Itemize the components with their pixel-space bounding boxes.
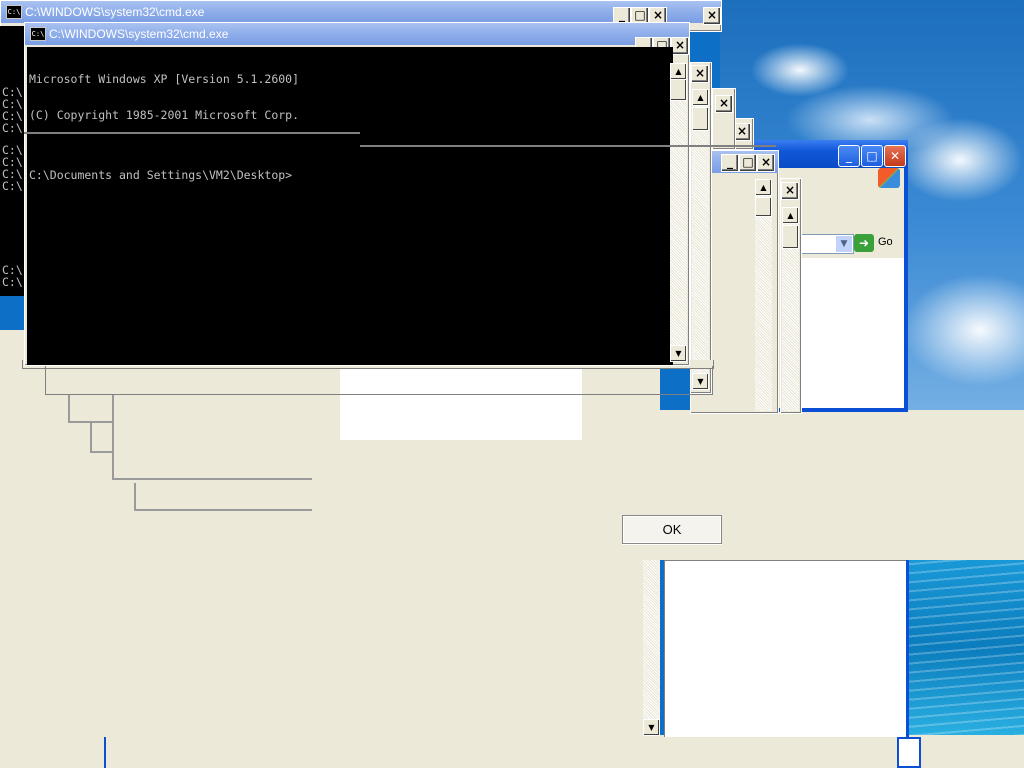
scroll-thumb[interactable]: [755, 197, 772, 217]
maximize-button[interactable]: □: [739, 154, 757, 172]
tree-line: [134, 509, 312, 511]
close-button[interactable]: ×: [781, 182, 799, 200]
redraw-artifact-line: [360, 145, 776, 147]
tree-line: [134, 483, 136, 511]
taskbar-divider: [104, 737, 106, 768]
console-line: Microsoft Windows XP [Version 5.1.2600]: [29, 72, 300, 86]
scrollbar[interactable]: ▼: [643, 560, 660, 736]
window-border: [906, 560, 909, 738]
console-strip: C:\ C:\ C:\ C:\ C:\ C:\ C:\ C:\ C:\ C:\: [0, 26, 24, 296]
close-button[interactable]: ✕: [884, 145, 906, 167]
console-prompt: C:\: [2, 121, 23, 135]
tree-line: [90, 423, 92, 453]
minimize-button[interactable]: _: [838, 145, 860, 167]
close-button[interactable]: ×: [691, 65, 709, 83]
chevron-down-icon[interactable]: ▼: [836, 236, 852, 252]
scroll-thumb[interactable]: [782, 225, 799, 249]
scrollbar[interactable]: ▲ ▼: [692, 89, 709, 390]
close-button[interactable]: ×: [757, 154, 775, 172]
console-prompt: C:\: [2, 179, 23, 193]
taskbar: [0, 737, 1024, 768]
content-panel: [664, 560, 908, 738]
minimize-button[interactable]: _: [721, 154, 739, 172]
close-button[interactable]: ×: [671, 37, 689, 55]
cmd-icon: C:\: [30, 27, 46, 41]
redraw-artifact-line: [24, 132, 360, 134]
window-title: C:\WINDOWS\system32\cmd.exe: [49, 27, 229, 41]
windows-logo-icon: [878, 168, 900, 188]
maximize-button[interactable]: □: [861, 145, 883, 167]
scrollbar[interactable]: ▲: [755, 179, 772, 411]
tree-line: [90, 451, 114, 453]
scrollbar[interactable]: ▲ ▼: [670, 63, 687, 362]
console-output[interactable]: Microsoft Windows XP [Version 5.1.2600] …: [27, 47, 673, 365]
ghost-window: × ▲ ▼: [690, 62, 712, 394]
tree-line: [68, 395, 70, 423]
scroll-down-button[interactable]: ▼: [643, 719, 660, 736]
console-line: (C) Copyright 1985-2001 Microsoft Corp.: [29, 108, 300, 122]
cmd-icon: C:\: [6, 5, 22, 19]
ok-button[interactable]: OK: [622, 515, 722, 544]
go-arrow-icon[interactable]: ➜: [854, 234, 874, 252]
scroll-thumb[interactable]: [670, 79, 687, 101]
tree-line: [112, 478, 312, 480]
ghost-window: × ▲: [780, 178, 802, 414]
explorer-content: [800, 258, 904, 408]
window-title: C:\WINDOWS\system32\cmd.exe: [25, 5, 205, 19]
scroll-up-button[interactable]: ▲: [755, 179, 772, 196]
close-button[interactable]: ×: [703, 7, 721, 25]
address-bar-input[interactable]: ▼: [794, 234, 854, 254]
scroll-up-button[interactable]: ▲: [692, 89, 709, 106]
ghost-window: ×: [712, 88, 736, 150]
go-button-label[interactable]: Go: [878, 236, 893, 248]
taskbar-item[interactable]: [897, 737, 921, 768]
scrollbar[interactable]: ▲: [782, 207, 799, 411]
scroll-down-button[interactable]: ▼: [670, 345, 687, 362]
tree-line: [112, 395, 114, 480]
scroll-up-button[interactable]: ▲: [670, 63, 687, 80]
scroll-up-button[interactable]: ▲: [782, 207, 799, 224]
scroll-thumb[interactable]: [692, 107, 709, 131]
cmd-window: C:\ C:\WINDOWS\system32\cmd.exe _ □ × Mi…: [24, 22, 690, 366]
close-button[interactable]: ×: [715, 95, 733, 113]
desktop-wallpaper-sea: [900, 555, 1024, 740]
window-frame: [45, 366, 713, 395]
cmd-titlebar[interactable]: C:\ C:\WINDOWS\system32\cmd.exe: [25, 23, 689, 45]
console-line: C:\Documents and Settings\VM2\Desktop>: [29, 168, 293, 182]
console-prompt: C:\: [2, 275, 23, 289]
